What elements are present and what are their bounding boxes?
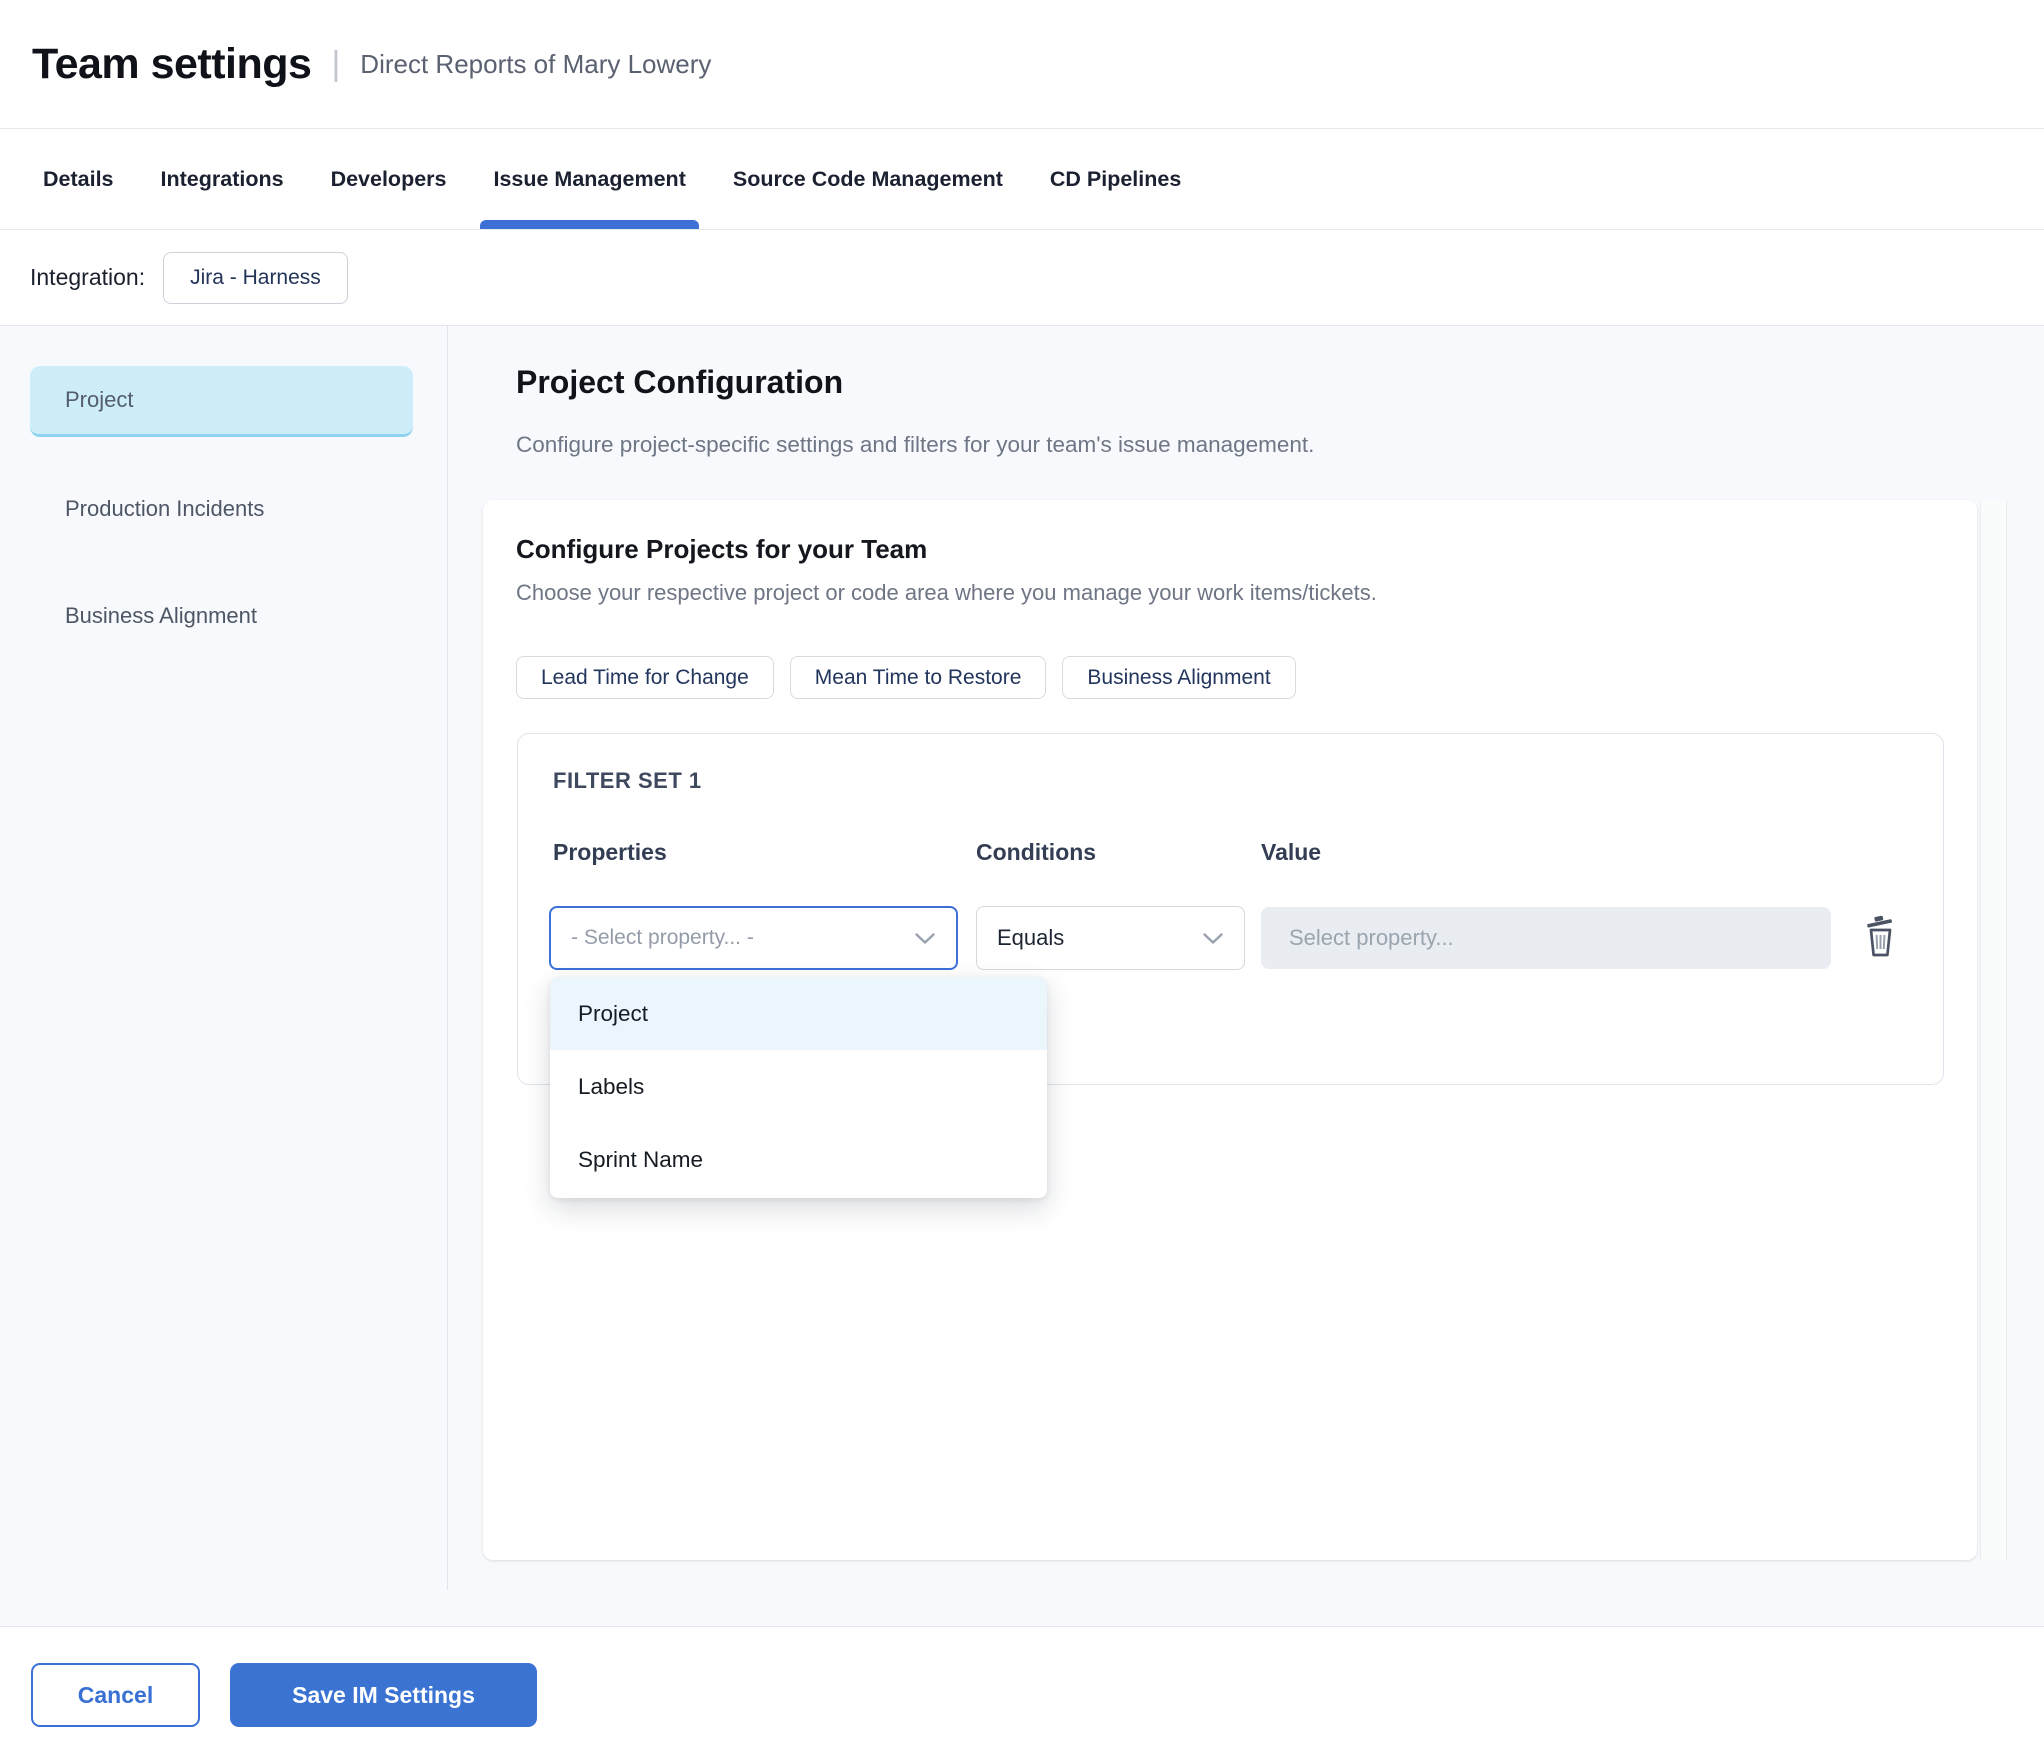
integration-label: Integration: [30, 264, 146, 290]
column-header-conditions: Conditions [976, 839, 1097, 865]
trash-icon [1862, 913, 1900, 959]
page-header: Team settings | Direct Reports of Mary L… [0, 0, 2044, 129]
integration-chip[interactable]: Jira - Harness [163, 251, 348, 304]
sidebar-divider [447, 326, 448, 1590]
tab-integrations[interactable]: Integrations [161, 129, 284, 229]
dropdown-option-project[interactable]: Project [550, 977, 1047, 1050]
metric-chips: Lead Time for Change Mean Time to Restor… [516, 656, 1296, 699]
property-dropdown-menu: Project Labels Sprint Name [550, 977, 1047, 1198]
title-separator: | [331, 44, 341, 83]
filter-set-title: FILTER SET 1 [553, 768, 702, 793]
save-im-settings-button[interactable]: Save IM Settings [230, 1663, 537, 1727]
card-description: Choose your respective project or code a… [516, 580, 1377, 605]
sidebar-item-business-alignment[interactable]: Business Alignment [30, 580, 413, 651]
footer-bar: Cancel Save IM Settings [0, 1626, 2044, 1752]
tab-issue-management[interactable]: Issue Management [480, 129, 700, 229]
card-title: Configure Projects for your Team [516, 534, 928, 564]
chip-business-alignment[interactable]: Business Alignment [1062, 656, 1296, 699]
tab-details[interactable]: Details [43, 129, 114, 229]
property-select-placeholder: - Select property... - [571, 926, 754, 949]
section-description: Configure project-specific settings and … [516, 432, 1315, 457]
tab-source-code-management[interactable]: Source Code Management [733, 129, 1003, 229]
sidebar-item-project[interactable]: Project [30, 366, 413, 437]
page-title: Team settings [32, 39, 312, 88]
column-header-properties: Properties [553, 839, 667, 865]
condition-select-value: Equals [997, 925, 1065, 950]
integration-row: Integration: Jira - Harness [0, 230, 2044, 326]
tab-developers[interactable]: Developers [331, 129, 447, 229]
cancel-button[interactable]: Cancel [31, 1663, 200, 1727]
chevron-down-icon [1202, 932, 1224, 945]
page-subtitle: Direct Reports of Mary Lowery [360, 48, 712, 79]
condition-select[interactable]: Equals [976, 906, 1245, 970]
chevron-down-icon [914, 932, 936, 945]
section-title: Project Configuration [516, 364, 844, 400]
tab-cd-pipelines[interactable]: CD Pipelines [1050, 129, 1181, 229]
property-select[interactable]: - Select property... - [549, 906, 958, 970]
chip-mean-time-to-restore[interactable]: Mean Time to Restore [789, 656, 1047, 699]
dropdown-option-labels[interactable]: Labels [550, 1050, 1047, 1123]
dropdown-option-sprint-name[interactable]: Sprint Name [550, 1123, 1047, 1196]
column-header-value: Value [1261, 839, 1322, 865]
delete-filter-button[interactable] [1859, 910, 1903, 962]
scrollbar-track[interactable] [1980, 500, 2007, 1560]
value-input[interactable] [1261, 907, 1831, 969]
chip-lead-time-for-change[interactable]: Lead Time for Change [516, 656, 774, 699]
team-settings-page: Team settings | Direct Reports of Mary L… [0, 0, 2044, 1752]
tab-bar: Details Integrations Developers Issue Ma… [0, 129, 2044, 230]
sidebar-item-production-incidents[interactable]: Production Incidents [30, 473, 413, 544]
